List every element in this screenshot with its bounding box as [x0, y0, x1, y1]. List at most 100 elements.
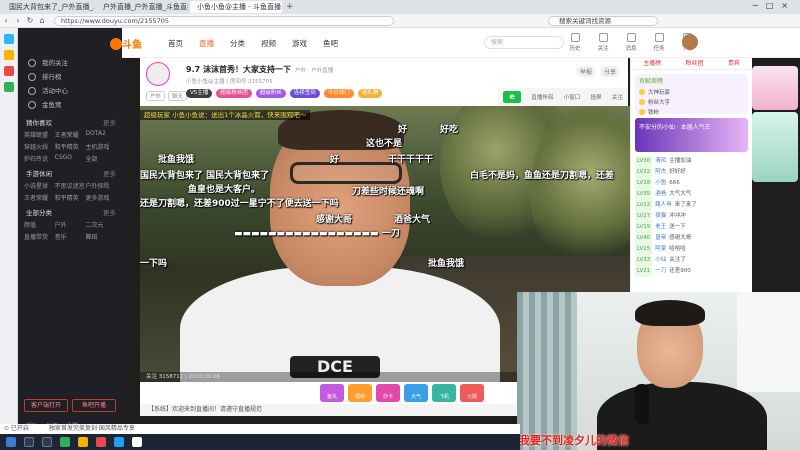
- chat-username[interactable]: 一刀: [655, 268, 666, 274]
- browser-taskbar-icon[interactable]: [60, 437, 70, 447]
- chat-message[interactable]: LV33 小仙 关注了: [635, 255, 748, 266]
- message-button[interactable]: 消息: [622, 33, 640, 52]
- nav-item-home[interactable]: 首页: [168, 38, 183, 49]
- tool-companion[interactable]: 直播伴侣: [531, 93, 553, 101]
- tab-fan-club[interactable]: 粉丝团: [685, 58, 703, 69]
- left-menu-item[interactable]: 我的关注: [18, 56, 122, 70]
- room-category[interactable]: 户外 · 户外直播: [295, 68, 333, 74]
- category-link[interactable]: 颜值: [24, 220, 55, 229]
- gift-item[interactable]: 办卡: [376, 384, 400, 402]
- chat-message[interactable]: LV27 夜猫 冲冲冲: [635, 211, 748, 222]
- chat-username[interactable]: 路人甲: [655, 202, 672, 208]
- rank-row[interactable]: 粉丝大亨: [635, 97, 748, 107]
- rank-row[interactable]: 铁粉: [635, 107, 748, 117]
- open-client-button[interactable]: 客户端打开: [24, 399, 68, 412]
- chat-message[interactable]: LV19 老王 送一下: [635, 222, 748, 233]
- left-menu-item[interactable]: 金鱼窝: [18, 98, 122, 112]
- category-link[interactable]: CSGO: [55, 154, 86, 163]
- new-tab-icon[interactable]: +: [286, 2, 294, 12]
- user-avatar[interactable]: [682, 34, 698, 50]
- browser-tab[interactable]: 国民大背包来了_户外直播_斗鱼×: [2, 1, 94, 13]
- history-button[interactable]: 历史: [566, 33, 584, 52]
- chat-message[interactable]: LV15 阿豪 哈哈哈: [635, 244, 748, 255]
- room-badge[interactable]: 超级粉丝团: [216, 89, 252, 98]
- follow-button[interactable]: 关注: [594, 33, 612, 52]
- app-taskbar-icon[interactable]: [132, 437, 142, 447]
- tab-vip[interactable]: 贵宾: [728, 58, 740, 69]
- browser-tab[interactable]: 户外直播_户外直播_斗鱼直播×: [96, 1, 188, 13]
- side-ad-banner[interactable]: [752, 112, 798, 182]
- category-link[interactable]: 和平精英: [55, 193, 86, 202]
- start-stream-button[interactable]: 鱼吧开播: [72, 399, 116, 412]
- report-button[interactable]: 举报: [575, 66, 596, 77]
- window-controls[interactable]: ─□×: [753, 1, 796, 10]
- chat-message[interactable]: LV35 酒爸 大气大气: [635, 189, 748, 200]
- side-ad-banner[interactable]: [752, 66, 798, 110]
- app-icon[interactable]: [3, 34, 14, 44]
- chat-message[interactable]: LV30 清风 主播加油: [635, 156, 748, 167]
- category-link[interactable]: 穿越火线: [24, 142, 55, 151]
- left-menu-item[interactable]: 活动中心: [18, 84, 122, 98]
- chat-username[interactable]: 夜猫: [655, 213, 666, 219]
- tab-anchor-rank[interactable]: 主播榜: [643, 58, 661, 69]
- star-icon[interactable]: [3, 50, 14, 60]
- share-button[interactable]: 分享: [599, 66, 620, 77]
- douyu-logo[interactable]: 斗鱼: [110, 36, 156, 51]
- tool-mini-window[interactable]: 小窗口: [564, 93, 581, 101]
- chat-message[interactable]: LV21 一刀 还差900: [635, 266, 748, 277]
- gift-item[interactable]: 大气: [404, 384, 428, 402]
- gift-item[interactable]: 鱼丸: [320, 384, 344, 402]
- search-icon[interactable]: [24, 437, 34, 447]
- rank-row[interactable]: 大神玩家: [635, 87, 748, 97]
- browser-search-input[interactable]: 搜索关键词找资源: [548, 16, 658, 26]
- nav-item-video[interactable]: 视频: [261, 38, 276, 49]
- room-badge[interactable]: 超级粉丝: [255, 89, 286, 98]
- task-view-icon[interactable]: [42, 437, 52, 447]
- category-link[interactable]: 和平精英: [55, 142, 86, 151]
- task-button[interactable]: 任务: [650, 33, 668, 52]
- category-link[interactable]: 音乐: [55, 232, 86, 241]
- folder-icon[interactable]: [78, 437, 88, 447]
- room-badge[interactable]: 送礼物: [357, 89, 383, 98]
- section-more-link[interactable]: 更多: [103, 206, 116, 220]
- room-badge[interactable]: V5主播: [186, 89, 213, 98]
- refresh-icon[interactable]: ↻: [24, 16, 36, 25]
- streamer-avatar[interactable]: [146, 62, 170, 86]
- site-search-input[interactable]: 搜索: [484, 36, 564, 49]
- chat-username[interactable]: 小仙: [655, 257, 666, 263]
- nav-item-game[interactable]: 游戏: [292, 38, 307, 49]
- room-tag[interactable]: 户外: [146, 91, 166, 101]
- home-icon[interactable]: ⌂: [36, 16, 48, 25]
- section-more-link[interactable]: 更多: [103, 116, 116, 130]
- chat-message[interactable]: LV40 皇帝 感谢大哥: [635, 233, 748, 244]
- chat-username[interactable]: 清风: [655, 158, 666, 164]
- chat-message[interactable]: LV12 路人甲 来了来了: [635, 200, 748, 211]
- nav-item-live[interactable]: 直播: [199, 38, 214, 49]
- category-link[interactable]: 英雄联盟: [24, 130, 55, 139]
- category-link[interactable]: 王者荣耀: [55, 130, 86, 139]
- category-link[interactable]: 王者荣耀: [24, 193, 55, 202]
- chat-message[interactable]: LV18 小鱼 666: [635, 178, 748, 189]
- room-badge[interactable]: 今日热门: [323, 89, 354, 98]
- event-banner[interactable]: 不安分的小仙 · 本届人气王: [635, 118, 748, 152]
- back-icon[interactable]: ‹: [0, 16, 12, 25]
- gift-item[interactable]: 飞机: [432, 384, 456, 402]
- nav-item-category[interactable]: 分类: [230, 38, 245, 49]
- category-link[interactable]: 户外: [55, 220, 86, 229]
- category-link[interactable]: 炉石传说: [24, 154, 55, 163]
- section-more-link[interactable]: 更多: [103, 167, 116, 181]
- category-link[interactable]: 直播带货: [24, 232, 55, 241]
- app-taskbar-icon[interactable]: [96, 437, 106, 447]
- room-tag[interactable]: 聊天: [168, 91, 188, 101]
- category-link[interactable]: 二次元: [85, 220, 116, 229]
- room-badge[interactable]: 连续签到: [289, 89, 320, 98]
- status-item[interactable]: ⊙ 已开启: [4, 424, 29, 434]
- category-link[interactable]: 更多游戏: [85, 193, 116, 202]
- chat-username[interactable]: 小鱼: [655, 180, 666, 186]
- category-link[interactable]: 主机游戏: [85, 142, 116, 151]
- tool-cast[interactable]: 投屏: [591, 93, 602, 101]
- chat-username[interactable]: 酒爸: [655, 191, 666, 197]
- chat-message[interactable]: LV22 阿杰 好好好: [635, 167, 748, 178]
- browser-tab-active[interactable]: 小鱼小鱼@主播 - 斗鱼直播×: [190, 1, 282, 13]
- weibo-icon[interactable]: [3, 66, 14, 76]
